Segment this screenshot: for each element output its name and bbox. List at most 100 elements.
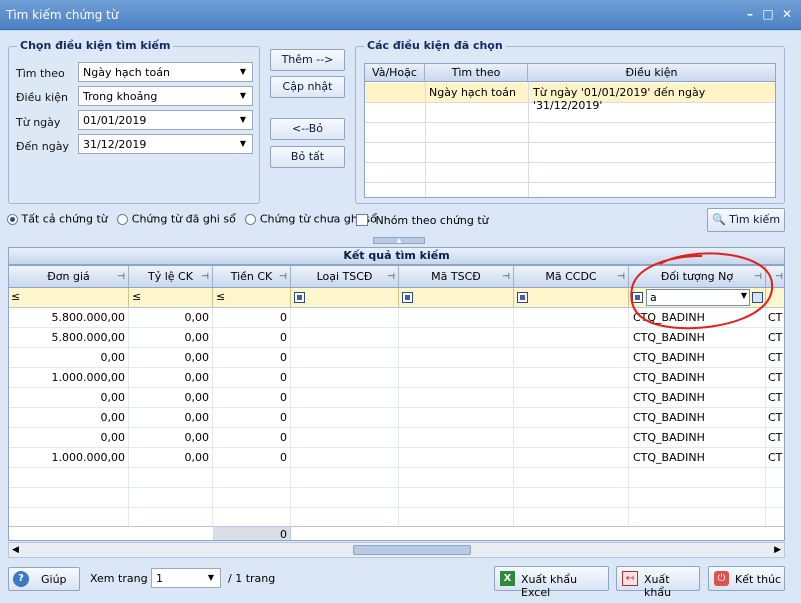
cell-unit-price[interactable]: 1.000.000,00 — [9, 368, 129, 387]
table-row[interactable]: Ngày hạch toán Từ ngày '01/01/2019' đến … — [365, 83, 775, 112]
cell-unit-price[interactable]: 0,00 — [9, 348, 129, 367]
cell-tool-code[interactable] — [514, 448, 629, 467]
add-condition-button[interactable]: Thêm --> — [270, 49, 345, 71]
export-excel-button[interactable]: X Xuất khẩu Excel — [494, 566, 609, 599]
chevron-down-icon[interactable]: ▼ — [235, 88, 251, 104]
cell-discount-amount[interactable]: 0 — [213, 408, 291, 427]
cell-more[interactable]: CT — [766, 448, 784, 467]
chevron-down-icon[interactable]: ▼ — [235, 112, 251, 128]
radio-all[interactable] — [7, 213, 18, 225]
cell-tool-code[interactable] — [514, 328, 629, 347]
column-header-asset-type[interactable]: Loại TSCĐ ⊣ — [291, 266, 399, 288]
cell-discount-rate[interactable]: 0,00 — [129, 368, 213, 387]
cell-more[interactable]: CT — [766, 408, 784, 427]
cell-discount-rate[interactable] — [129, 508, 213, 527]
cell-unit-price[interactable] — [9, 468, 129, 487]
chevron-down-icon[interactable]: ▼ — [203, 570, 219, 586]
cell-debtor[interactable]: CTQ_BADINH — [629, 408, 766, 427]
cell-debtor[interactable]: CTQ_BADINH — [629, 368, 766, 387]
cell-tool-code[interactable] — [514, 368, 629, 387]
table-row[interactable] — [9, 488, 784, 508]
cell-asset-type[interactable] — [291, 508, 399, 527]
cell-asset-type[interactable] — [291, 308, 399, 327]
cell-discount-rate[interactable]: 0,00 — [129, 428, 213, 447]
table-row[interactable]: 0,00 0,00 0 CTQ_BADINH CT — [9, 428, 784, 448]
cell-unit-price[interactable]: 1.000.000,00 — [9, 448, 129, 467]
cell-asset-type[interactable] — [291, 328, 399, 347]
cell-discount-rate[interactable] — [129, 468, 213, 487]
cell-discount-amount[interactable] — [213, 488, 291, 507]
cell-asset-code[interactable] — [399, 408, 514, 427]
chevron-down-icon[interactable]: ▼ — [235, 64, 251, 80]
cell-asset-type[interactable] — [291, 408, 399, 427]
chevron-down-icon[interactable]: ▼ — [235, 136, 251, 152]
cell-asset-type[interactable] — [291, 428, 399, 447]
export-button[interactable]: ↤ Xuất khẩu — [616, 566, 700, 599]
maximize-icon[interactable]: □ — [760, 7, 776, 22]
cell-discount-amount[interactable]: 0 — [213, 448, 291, 467]
cell-asset-type[interactable] — [291, 448, 399, 467]
filter-cell[interactable]: ≤ — [129, 288, 213, 308]
cell-unit-price[interactable]: 0,00 — [9, 408, 129, 427]
cell-asset-type[interactable] — [291, 488, 399, 507]
pin-icon[interactable]: ⊣ — [279, 266, 287, 288]
radio-posted[interactable] — [117, 213, 129, 225]
filter-operator[interactable]: ≤ — [216, 290, 225, 303]
cell-tool-code[interactable] — [514, 388, 629, 407]
search-by-select[interactable]: Ngày hạch toán ▼ — [78, 62, 253, 82]
filter-cell[interactable] — [291, 288, 399, 308]
cell-debtor[interactable] — [629, 508, 766, 527]
pin-icon[interactable]: ⊣ — [387, 266, 395, 288]
cell-more[interactable]: CT — [766, 388, 784, 407]
cell-tool-code[interactable] — [514, 488, 629, 507]
cell-unit-price[interactable]: 5.800.000,00 — [9, 328, 129, 347]
radio-posted-label[interactable]: Chứng từ đã ghi sổ — [132, 213, 236, 226]
column-header-unit-price[interactable]: Đơn giá ⊣ — [9, 266, 129, 288]
filter-operator-icon[interactable] — [517, 292, 528, 303]
cell-discount-rate[interactable]: 0,00 — [129, 408, 213, 427]
table-row[interactable] — [365, 123, 775, 143]
help-button[interactable]: ? Giúp — [8, 567, 80, 591]
scroll-left-icon[interactable]: ◀ — [12, 545, 19, 555]
cell-asset-type[interactable] — [291, 388, 399, 407]
cell-asset-code[interactable] — [399, 308, 514, 327]
cell-tool-code[interactable] — [514, 508, 629, 527]
remove-all-button[interactable]: Bỏ tất — [270, 146, 345, 168]
cell-asset-type[interactable] — [291, 368, 399, 387]
cell-asset-code[interactable] — [399, 348, 514, 367]
cell-discount-rate[interactable]: 0,00 — [129, 328, 213, 347]
cell-tool-code[interactable] — [514, 308, 629, 327]
table-row[interactable]: 0,00 0,00 0 CTQ_BADINH CT — [9, 388, 784, 408]
table-row[interactable]: 0,00 0,00 0 CTQ_BADINH CT — [9, 348, 784, 368]
table-row[interactable] — [9, 508, 784, 528]
cell-more[interactable] — [766, 508, 784, 527]
column-header-asset-code[interactable]: Mã TSCĐ ⊣ — [399, 266, 514, 288]
cell-discount-rate[interactable]: 0,00 — [129, 308, 213, 327]
cell-debtor[interactable]: CTQ_BADINH — [629, 348, 766, 367]
cell-debtor[interactable]: CTQ_BADINH — [629, 428, 766, 447]
cell-unit-price[interactable]: 0,00 — [9, 388, 129, 407]
scrollbar-thumb[interactable] — [353, 545, 471, 555]
search-button[interactable]: 🔍 Tìm kiếm — [707, 208, 785, 232]
cell-unit-price[interactable] — [9, 488, 129, 507]
cell-discount-amount[interactable] — [213, 468, 291, 487]
page-select[interactable]: 1 ▼ — [151, 568, 221, 588]
cell-tool-code[interactable] — [514, 428, 629, 447]
pin-icon[interactable]: ⊣ — [117, 266, 125, 288]
from-date-input[interactable]: 01/01/2019 ▼ — [78, 110, 253, 130]
cell-more[interactable]: CT — [766, 428, 784, 447]
remove-condition-button[interactable]: <--Bỏ — [270, 118, 345, 140]
cell-asset-code[interactable] — [399, 388, 514, 407]
cell-discount-amount[interactable]: 0 — [213, 388, 291, 407]
table-row[interactable] — [9, 468, 784, 488]
table-row[interactable] — [365, 103, 775, 123]
cell-discount-rate[interactable]: 0,00 — [129, 448, 213, 467]
table-row[interactable]: 1.000.000,00 0,00 0 CTQ_BADINH CT — [9, 448, 784, 468]
radio-unposted[interactable] — [245, 213, 257, 225]
column-header-discount-amount[interactable]: Tiền CK ⊣ — [213, 266, 291, 288]
splitter-handle[interactable]: ▲ — [373, 237, 425, 244]
cell-unit-price[interactable] — [9, 508, 129, 527]
cell-tool-code[interactable] — [514, 348, 629, 367]
cell-tool-code[interactable] — [514, 408, 629, 427]
cell-discount-amount[interactable]: 0 — [213, 308, 291, 327]
